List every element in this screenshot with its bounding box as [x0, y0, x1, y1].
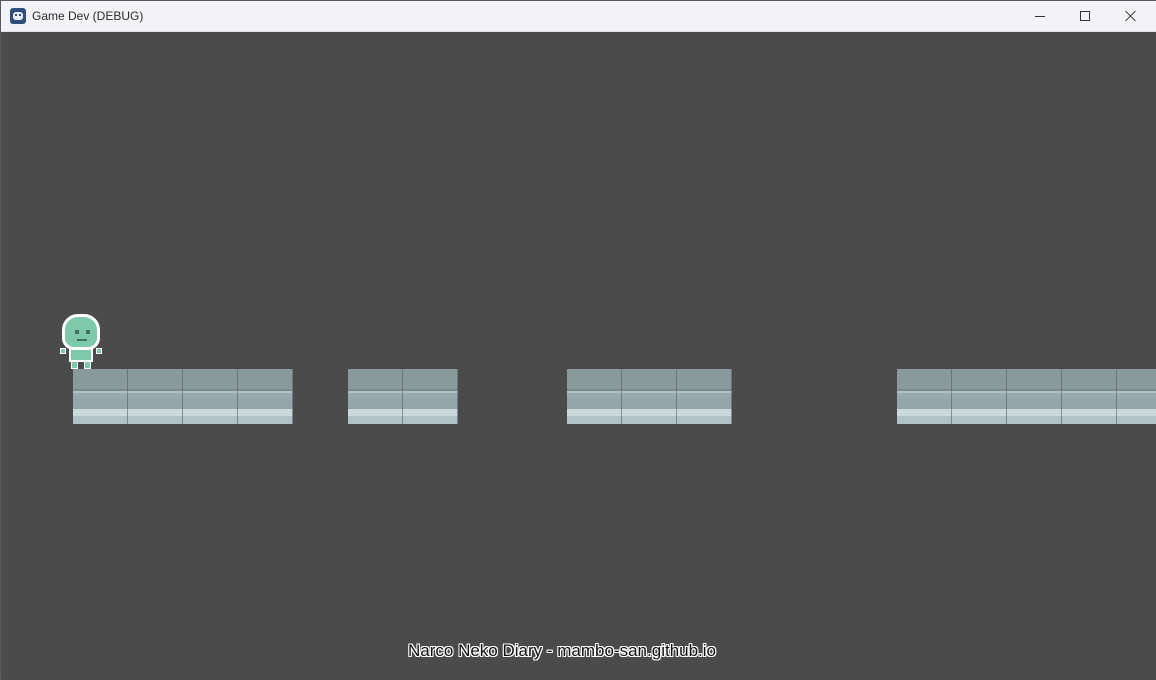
close-icon — [1125, 10, 1137, 22]
platform-tile-seams — [567, 369, 732, 424]
player-eye-right — [86, 330, 90, 334]
player-arm-right — [96, 348, 102, 354]
minimize-icon — [1035, 16, 1045, 17]
platform-tile-seams — [897, 369, 1156, 424]
close-button[interactable] — [1108, 1, 1154, 32]
platform-3 — [567, 369, 732, 424]
maximize-icon — [1080, 11, 1090, 21]
title-bar[interactable]: Game Dev (DEBUG) — [1, 1, 1156, 32]
player-head — [62, 314, 100, 350]
platform-4 — [897, 369, 1156, 424]
maximize-button[interactable] — [1062, 1, 1108, 32]
game-window: Game Dev (DEBUG) Narco Neko Diary - mamb… — [0, 0, 1156, 680]
game-viewport[interactable]: Narco Neko Diary - mambo-san.github.io — [2, 32, 1156, 680]
platform-tile-seams — [73, 369, 293, 424]
window-title: Game Dev (DEBUG) — [32, 9, 144, 23]
watermark-caption: Narco Neko Diary - mambo-san.github.io — [408, 641, 717, 660]
godot-engine-icon — [10, 8, 26, 24]
player-leg-left — [71, 361, 78, 369]
platform-tile-seams — [348, 369, 458, 424]
platform-1 — [73, 369, 293, 424]
platform-2 — [348, 369, 458, 424]
minimize-button[interactable] — [1017, 1, 1063, 32]
player-mouth — [77, 339, 87, 341]
player-arm-left — [60, 348, 66, 354]
player-leg-right — [84, 361, 91, 369]
player-eye-left — [75, 330, 79, 334]
player-character — [58, 314, 104, 370]
